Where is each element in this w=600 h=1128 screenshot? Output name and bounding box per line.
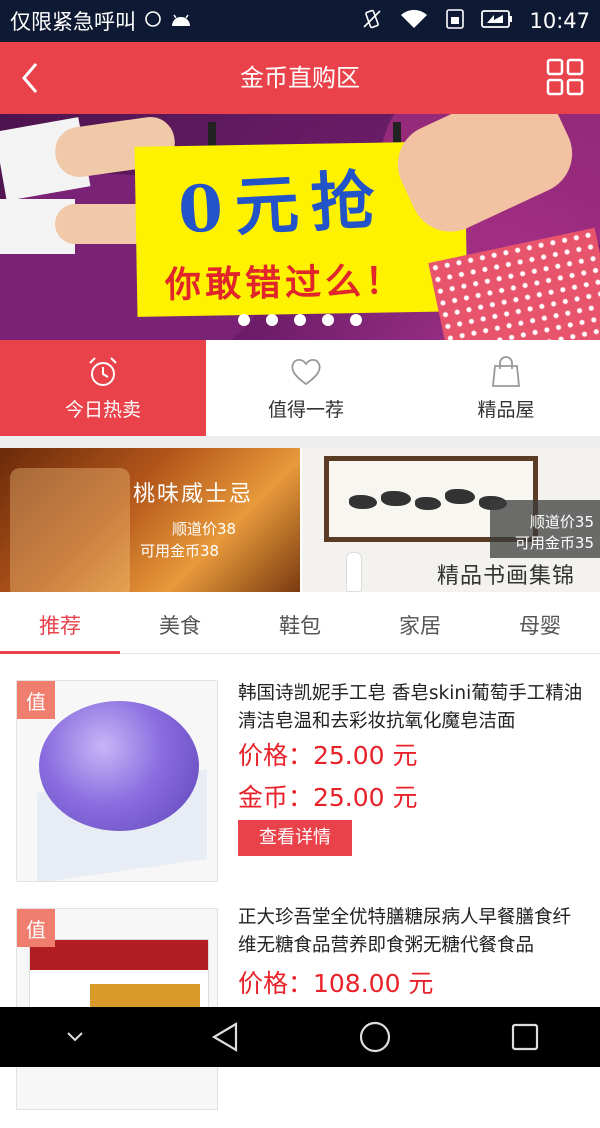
category-recommended[interactable]: 值得一荐 <box>206 340 406 436</box>
vibrate-icon <box>361 8 383 35</box>
back-button[interactable] <box>0 42 60 114</box>
shopping-bag-icon <box>492 355 520 387</box>
heart-icon <box>291 358 321 385</box>
carousel-indicator <box>0 314 600 326</box>
product-name[interactable]: 韩国诗凯妮手工皂 香皂skini葡萄手工精油清洁皂温和去彩妆抗氧化魔皂洁面 <box>238 680 588 736</box>
category-tabs: 推荐 美食 鞋包 家居 母婴 <box>0 600 600 654</box>
clock: 10:47 <box>529 9 590 33</box>
category-row: 今日热卖 值得一荐 精品屋 <box>0 340 600 436</box>
carousel-dot[interactable] <box>294 314 306 326</box>
whisky-glass-image <box>10 468 130 592</box>
back-nav-button[interactable] <box>195 1007 255 1067</box>
promo-price: 顺道价38 <box>172 520 237 538</box>
home-nav-button[interactable] <box>345 1007 405 1067</box>
sync-icon <box>144 9 162 33</box>
divider <box>0 436 600 448</box>
carousel-dot[interactable] <box>350 314 362 326</box>
battery-icon <box>481 9 513 34</box>
promo-price-box: 顺道价35 可用金币35 <box>490 500 600 558</box>
product-image[interactable]: 值 <box>16 680 218 882</box>
promo-card-calligraphy[interactable]: 顺道价35 可用金币35 精品书画集锦 <box>302 448 600 592</box>
promo-price: 顺道价35 <box>529 513 594 531</box>
promo-title: 精品书画集锦 <box>437 564 576 589</box>
carousel-dot[interactable] <box>322 314 334 326</box>
vase-image <box>346 552 362 592</box>
category-label: 精品屋 <box>477 398 535 421</box>
category-hot-sale[interactable]: 今日热卖 <box>0 340 206 436</box>
status-bar: 仅限紧急呼叫 10:47 <box>0 0 600 42</box>
promo-title: 桃味威士忌 <box>133 482 254 507</box>
carousel-dot[interactable] <box>266 314 278 326</box>
chevron-down-icon <box>67 1032 83 1042</box>
promo-coins: 可用金币38 <box>140 542 220 560</box>
tab-home[interactable]: 家居 <box>360 600 480 653</box>
grid-menu-button[interactable] <box>544 56 588 100</box>
app-header: 金币直购区 <box>0 42 600 114</box>
tab-recommended[interactable]: 推荐 <box>0 600 120 654</box>
promo-card-whisky[interactable]: 桃味威士忌 顺道价38 可用金币38 <box>0 448 300 592</box>
product-coins: 金币：25.00 元 <box>238 783 418 812</box>
sim-icon <box>445 8 465 35</box>
alarm-clock-icon <box>89 356 117 386</box>
product-card[interactable]: 值 韩国诗凯妮手工皂 香皂skini葡萄手工精油清洁皂温和去彩妆抗氧化魔皂洁面 … <box>0 680 600 900</box>
chevron-left-icon <box>22 63 38 93</box>
product-name[interactable]: 正大珍吾堂全优特膳糖尿病人早餐膳食纤维无糖食品营养即食粥无糖代餐食品 <box>238 904 588 960</box>
view-details-button[interactable]: 查看详情 <box>238 820 352 856</box>
tab-shoes-bags[interactable]: 鞋包 <box>240 600 360 653</box>
category-label: 今日热卖 <box>64 398 141 421</box>
tab-maternity[interactable]: 母婴 <box>480 600 600 653</box>
wifi-icon <box>399 8 429 35</box>
banner-subline: 你敢错过么！ <box>164 260 406 307</box>
value-badge: 值 <box>17 681 55 719</box>
product-price: 价格：108.00 元 <box>238 969 434 998</box>
promo-banner[interactable]: 0元抢 你敢错过么！ <box>0 114 600 340</box>
tab-food[interactable]: 美食 <box>120 600 240 653</box>
page-title: 金币直购区 <box>240 64 360 92</box>
product-price: 价格：25.00 元 <box>238 741 418 770</box>
system-nav-bar <box>0 1007 600 1067</box>
carousel-dot[interactable] <box>238 314 250 326</box>
carrier-label: 仅限紧急呼叫 <box>10 10 136 34</box>
android-icon <box>170 9 192 33</box>
grid-icon <box>546 58 584 96</box>
promo-coins: 可用金币35 <box>514 534 594 552</box>
category-label: 值得一荐 <box>267 398 344 421</box>
recents-nav-button[interactable] <box>495 1007 555 1067</box>
square-recents-icon <box>511 1023 539 1051</box>
triangle-back-icon <box>211 1022 238 1052</box>
category-boutique[interactable]: 精品屋 <box>406 340 600 436</box>
circle-home-icon <box>359 1021 391 1053</box>
banner-headline: 0元抢 <box>176 162 389 249</box>
value-badge: 值 <box>17 909 55 947</box>
hide-keyboard-button[interactable] <box>45 1007 105 1067</box>
